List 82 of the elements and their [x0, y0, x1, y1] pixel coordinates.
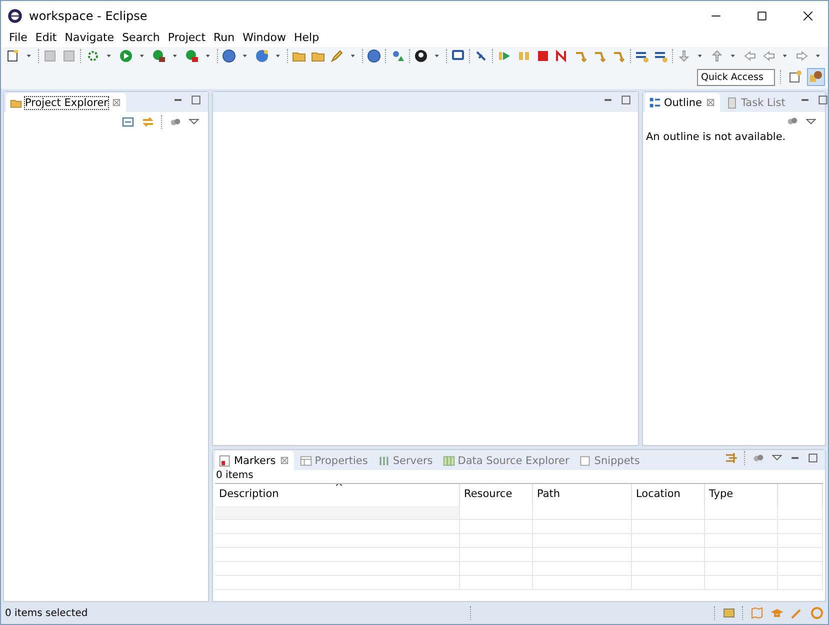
markers-icon [219, 454, 231, 466]
view-tab[interactable]: Markers [215, 451, 294, 470]
maximize-icon [817, 94, 829, 106]
play-icon [118, 49, 132, 63]
menu-item[interactable]: Edit [31, 31, 61, 45]
item-count: 0 items [215, 470, 254, 481]
menu-item[interactable]: Help [290, 31, 324, 45]
perspective-button[interactable] [808, 69, 824, 85]
menu-item[interactable]: Search [118, 31, 164, 45]
table-cell [778, 534, 823, 548]
step-icon [592, 49, 606, 63]
resume-icon [498, 49, 512, 63]
collapse-all-icon [121, 115, 135, 129]
run-tool-icon [152, 49, 166, 63]
snippets-icon [579, 454, 592, 466]
perspective-icon [788, 70, 802, 84]
close-icon [110, 97, 122, 108]
table-cell [778, 548, 823, 562]
view-tab[interactable]: Properties [296, 451, 372, 470]
table-cell [778, 576, 823, 590]
list-icon [654, 49, 668, 63]
toolbar-button[interactable] [150, 48, 166, 64]
open-perspective-button[interactable] [787, 69, 803, 85]
list-icon [634, 49, 649, 63]
outline-icon [649, 96, 661, 108]
globe-icon [222, 49, 236, 63]
menu-item[interactable]: File [5, 31, 32, 45]
outline-message: An outline is not available. [645, 131, 787, 143]
toolbar-button[interactable] [220, 48, 237, 64]
arrow-up-icon [710, 49, 724, 63]
globe-icon [254, 49, 269, 63]
view-tab[interactable]: Snippets [575, 451, 644, 470]
menu-item[interactable]: Navigate [60, 31, 118, 45]
database-map-icon [442, 454, 455, 466]
run-tool-icon [184, 49, 198, 63]
menu-item[interactable]: Project [164, 31, 210, 45]
map-icon [750, 606, 764, 620]
close-icon [802, 10, 814, 22]
arrow-right-icon [795, 49, 809, 63]
window-title: workspace - Eclipse [29, 9, 148, 23]
servers-icon [378, 454, 390, 466]
view-tab[interactable]: Project Explorer [6, 93, 126, 112]
maximize-icon [756, 10, 768, 22]
document-icon [6, 49, 20, 63]
arrow-down-icon [677, 49, 691, 63]
table-cell [778, 506, 823, 520]
properties-icon [300, 454, 312, 466]
toolbar-button[interactable] [366, 48, 382, 64]
view-tab[interactable]: Task List [722, 93, 790, 112]
view-tab[interactable]: Outline [645, 93, 720, 112]
table-cell [778, 520, 823, 534]
table-cell [778, 562, 823, 576]
globe-icon [367, 49, 382, 63]
status-text: 0 items selected [5, 608, 89, 618]
eclipse-logo-icon [7, 8, 23, 24]
menu-item[interactable]: Run [210, 31, 239, 45]
pencil-icon [330, 49, 344, 63]
close-icon [278, 455, 290, 466]
graduation-cap-icon [770, 606, 784, 620]
clipboard-icon [726, 96, 738, 108]
toolbar-button[interactable] [412, 48, 429, 64]
quick-access-field[interactable]: Quick Access [697, 68, 775, 86]
view-tab[interactable]: Servers [374, 451, 437, 470]
view-tab[interactable]: Data Source Explorer [438, 451, 574, 470]
user-icon [414, 49, 428, 63]
configure-columns-icon [724, 451, 738, 465]
step-icon [612, 49, 626, 63]
monitor-icon [451, 49, 465, 63]
toolbar-button[interactable] [5, 48, 21, 64]
people-icon [390, 49, 404, 63]
close-icon [705, 97, 716, 108]
arrow-left-icon [743, 49, 757, 63]
maximize-icon [807, 452, 819, 464]
menu-item[interactable]: Window [238, 31, 290, 45]
stop-icon [536, 49, 550, 63]
pause-icon [516, 49, 530, 63]
step-icon [574, 49, 588, 63]
link-arrows-icon [141, 115, 155, 129]
maximize-icon [190, 94, 202, 106]
perspective-icon [809, 70, 823, 84]
arrow-left-icon [762, 49, 776, 63]
maximize-icon [620, 94, 632, 106]
